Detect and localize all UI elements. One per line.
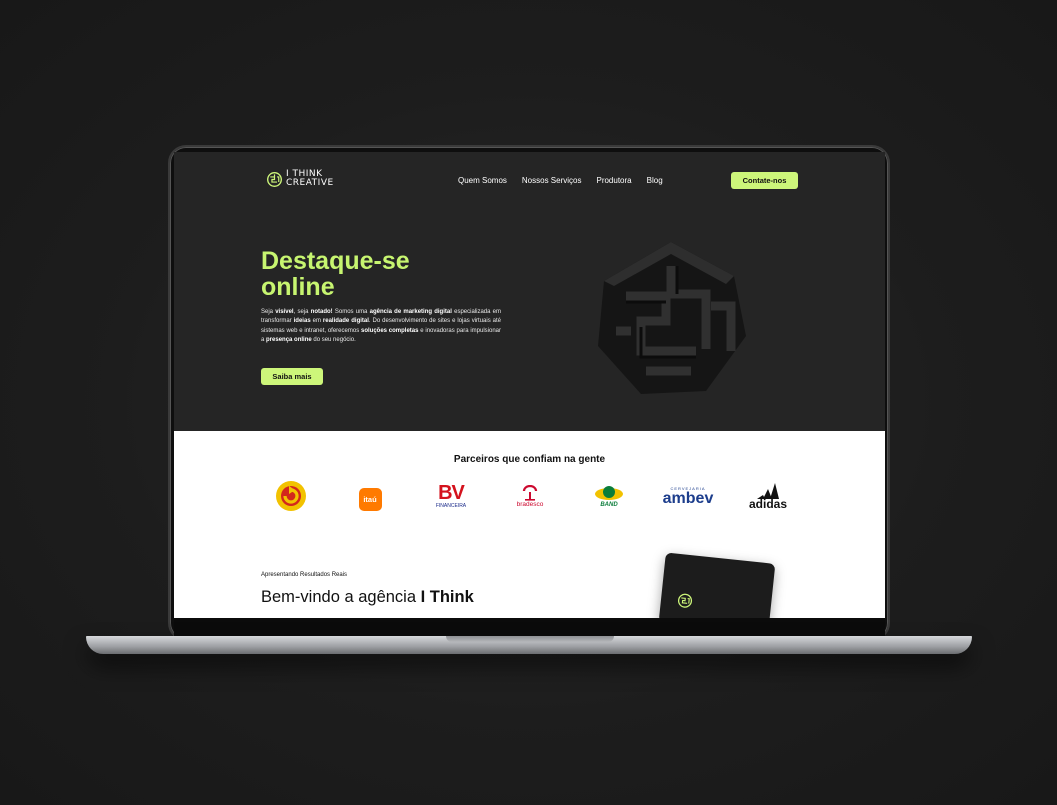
hero-desc-segment: notado! xyxy=(310,309,333,315)
nav-nossos-servicos[interactable]: Nossos Serviços xyxy=(522,176,582,185)
business-card xyxy=(658,552,776,618)
results-title-plain: Bem-vindo a agência xyxy=(261,588,421,606)
hero-desc-segment: agência de marketing digital xyxy=(369,309,452,315)
bradesco-logo: bradesco xyxy=(510,478,550,514)
bv-mark: BV xyxy=(438,481,465,504)
nav-produtora[interactable]: Produtora xyxy=(596,176,631,185)
adidas-logo: adidas xyxy=(746,478,790,514)
itau-old-logo xyxy=(274,478,307,514)
ambev-text: ambev xyxy=(662,490,714,507)
circle-arrow-logo-icon xyxy=(275,481,306,511)
itau-badge: itaú xyxy=(358,487,382,511)
website-screen: I THINK CREATIVE Quem Somos Nossos Servi… xyxy=(174,152,885,618)
contact-button[interactable]: Contate-nos xyxy=(731,172,798,189)
laptop-notch xyxy=(446,636,614,642)
band-text: BAND xyxy=(600,502,618,508)
hero-desc-segment: realidade digital xyxy=(322,318,369,325)
nav-quem-somos[interactable]: Quem Somos xyxy=(458,176,507,185)
ambev-logo: CERVEJARIA ambev xyxy=(658,478,718,514)
bradesco-tree-icon xyxy=(522,484,538,501)
results-title-bold: I Think xyxy=(420,588,474,606)
hero-desc-segment: Seja xyxy=(261,309,276,315)
adidas-text: adidas xyxy=(748,497,787,511)
band-globe-icon xyxy=(595,486,623,500)
brain-logo-icon xyxy=(267,171,282,187)
logo-line-2: CREATIVE xyxy=(286,178,334,188)
navbar: I THINK CREATIVE Quem Somos Nossos Servi… xyxy=(174,152,885,212)
partner-logos: itaú BV FINANCEIRA bradesco BAND CERVEJA… xyxy=(174,478,885,514)
partners-title: Parceiros que confiam na gente xyxy=(453,454,606,465)
hero-desc-segment: soluções completas xyxy=(360,327,419,334)
hero-section: I THINK CREATIVE Quem Somos Nossos Servi… xyxy=(174,152,885,431)
bv-sub: FINANCEIRA xyxy=(435,502,467,509)
results-kicker: Apresentando Resultados Reais xyxy=(261,572,348,578)
hero-desc-segment: presença online xyxy=(266,336,312,343)
brand-logo[interactable]: I THINK CREATIVE xyxy=(266,170,334,188)
itau-logo: itaú xyxy=(357,478,383,514)
3d-brain-maze-icon xyxy=(598,242,746,394)
hero-desc-segment: em xyxy=(310,318,323,325)
hero-desc-segment: visível xyxy=(275,309,294,315)
band-logo: BAND xyxy=(592,478,626,514)
hero-desc-segment: do seu negócio. xyxy=(311,336,356,343)
screen-bezel-bottom xyxy=(174,618,885,636)
hero-desc-segment: Somos uma xyxy=(332,309,370,315)
hero-desc-segment: , seja xyxy=(293,309,311,315)
bradesco-text: bradesco xyxy=(516,500,544,508)
saiba-mais-button[interactable]: Saiba mais xyxy=(261,368,323,385)
card-logo-icon xyxy=(677,593,693,608)
partners-section: Parceiros que confiam na gente itaú BV F… xyxy=(174,431,885,618)
nav-blog[interactable]: Blog xyxy=(647,176,663,185)
hero-title: Destaque-se online xyxy=(261,247,410,301)
hero-description: Seja visível, seja notado! Somos uma agê… xyxy=(261,308,501,345)
results-title: Bem-vindo a agência I Think xyxy=(261,588,561,607)
hero-desc-segment: ideias xyxy=(293,318,311,325)
bv-logo: BV FINANCEIRA xyxy=(431,478,471,514)
nav-links: Quem Somos Nossos Serviços Produtora Blo… xyxy=(458,176,663,185)
